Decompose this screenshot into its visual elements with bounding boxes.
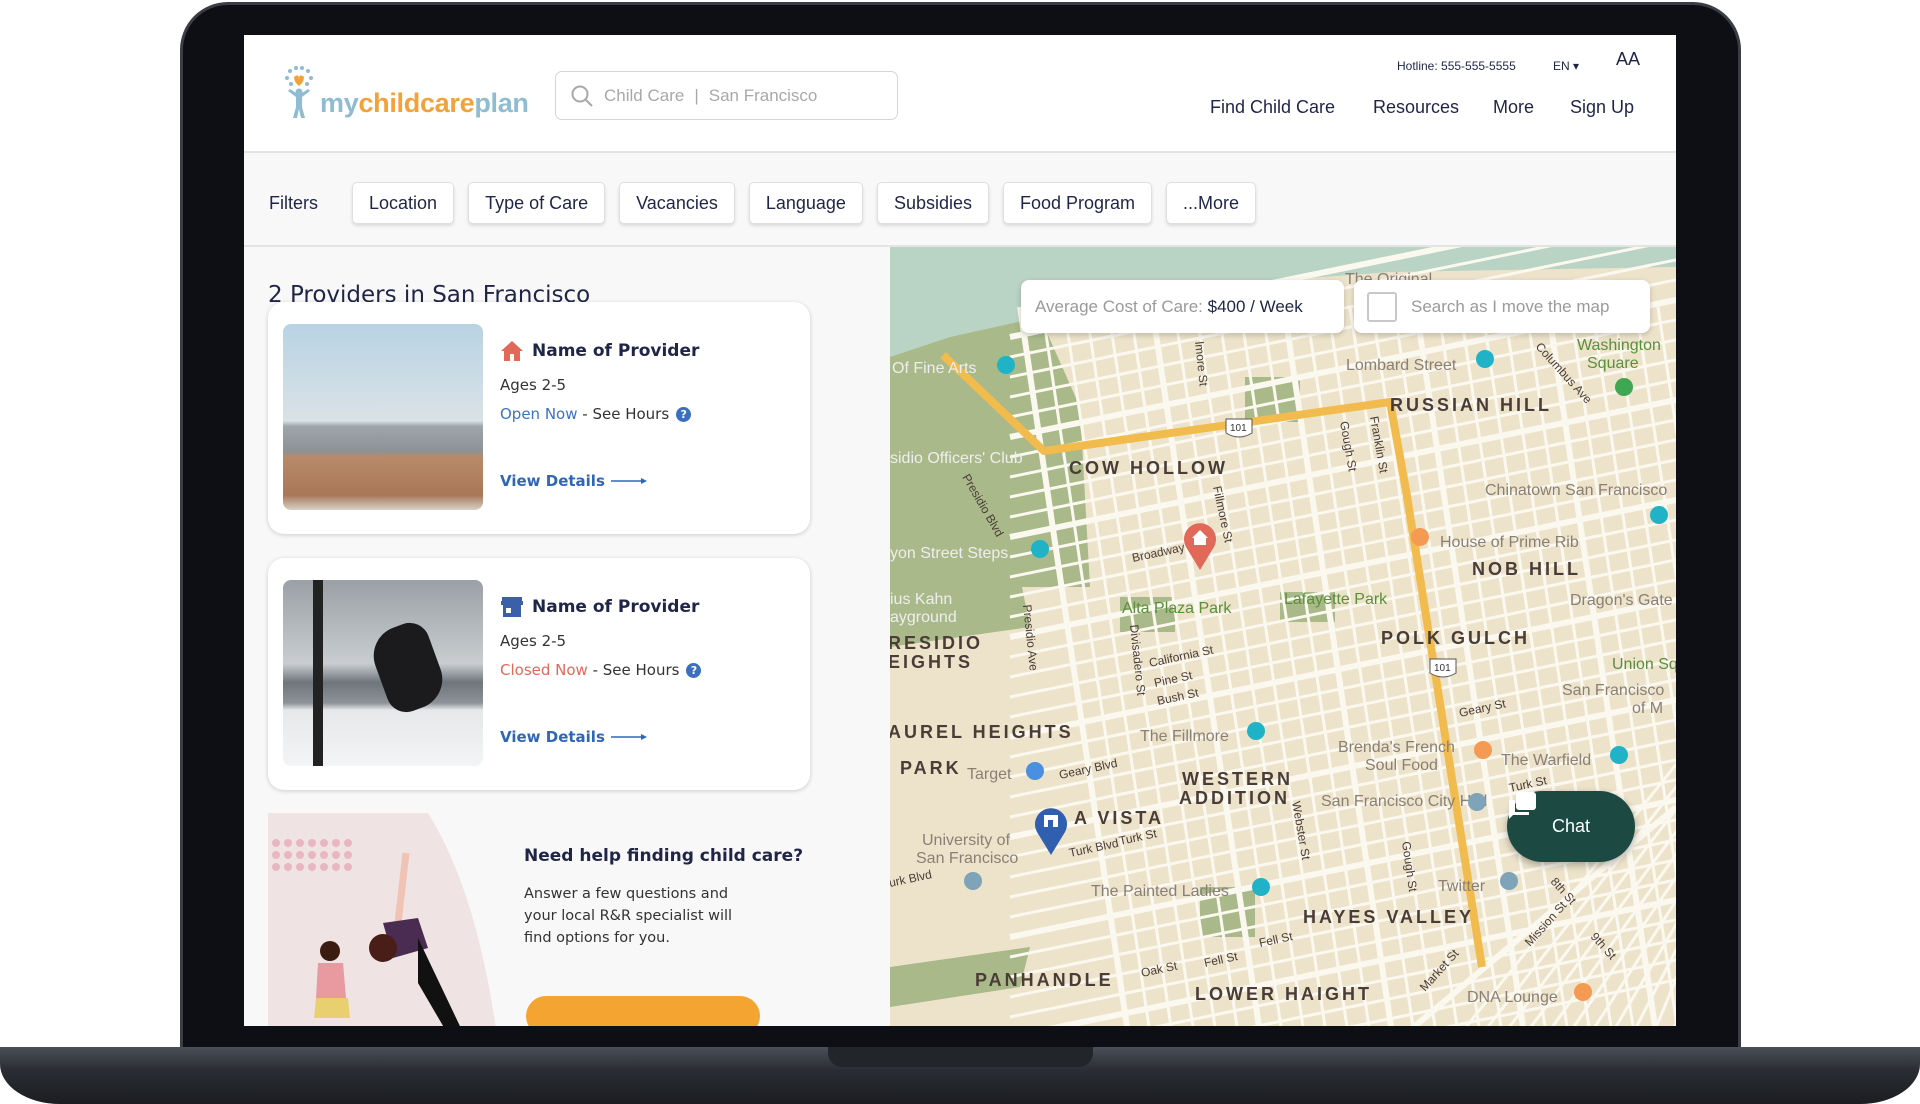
search-as-move-label: Search as I move the map <box>1411 296 1610 316</box>
see-hours-link[interactable]: - See Hours <box>588 661 680 679</box>
logo-text-my: my <box>320 88 359 118</box>
get-started-button[interactable] <box>526 996 760 1026</box>
logo-figure-icon <box>285 66 313 118</box>
view-details-label: View Details <box>500 472 605 490</box>
hotline-text: Hotline: 555-555-5555 <box>1397 59 1516 73</box>
logo[interactable]: mychildcareplan <box>282 65 529 119</box>
provider-name: Name of Provider <box>532 597 700 617</box>
view-details-link[interactable]: View Details <box>500 728 647 746</box>
filter-location[interactable]: Location <box>352 182 455 224</box>
average-cost-label: Average Cost of Care: <box>1035 296 1208 316</box>
storefront-icon <box>501 597 523 617</box>
provider-card[interactable]: Name of Provider Ages 2-5 Open Now - See… <box>268 302 810 534</box>
language-selector[interactable]: EN ▾ <box>1553 59 1579 73</box>
search-icon <box>571 85 593 107</box>
nav-resources[interactable]: Resources <box>1373 97 1459 118</box>
chat-bubbles-icon <box>1509 792 1536 819</box>
chevron-down-icon: ▾ <box>1573 59 1580 73</box>
promo-text: Answer a few questions and your local R&… <box>524 886 733 946</box>
arrow-right-icon <box>610 734 647 740</box>
filter-more[interactable]: ...More <box>1166 182 1257 224</box>
nav-find-child-care[interactable]: Find Child Care <box>1210 97 1335 118</box>
provider-ages: Ages 2-5 <box>500 376 567 394</box>
site-header: mychildcareplan Child Care | San Francis… <box>244 35 1676 153</box>
logo-text-plan: plan <box>474 88 529 118</box>
chat-label: Chat <box>1551 816 1591 836</box>
help-promo: Need help finding child care? Answer a f… <box>268 813 810 1026</box>
provider-name: Name of Provider <box>532 341 700 361</box>
provider-photo-swing <box>283 580 483 766</box>
promo-title: Need help finding child care? <box>524 846 804 866</box>
provider-ages: Ages 2-5 <box>500 632 567 650</box>
family-illustration <box>268 813 496 1026</box>
text-size-button[interactable]: AA <box>1616 49 1640 70</box>
view-details-label: View Details <box>500 728 605 746</box>
search-as-move-checkbox[interactable] <box>1367 291 1397 322</box>
search-as-move-toggle[interactable]: Search as I move the map <box>1354 280 1650 333</box>
search-type-placeholder: Child Care <box>604 85 685 105</box>
filter-vacancies[interactable]: Vacancies <box>619 182 735 224</box>
home-icon <box>501 341 523 361</box>
help-icon[interactable]: ? <box>686 663 702 678</box>
view-details-link[interactable]: View Details <box>500 472 647 490</box>
map-canvas[interactable] <box>890 247 1676 1026</box>
see-hours-link[interactable]: - See Hours <box>578 405 669 423</box>
filter-language[interactable]: Language <box>748 182 863 224</box>
provider-photo-beach <box>283 324 483 510</box>
nav-sign-up[interactable]: Sign Up <box>1570 97 1634 118</box>
nav-more[interactable]: More <box>1493 97 1534 118</box>
filter-bar: Filters Location Type of Care Vacancies … <box>244 153 1676 247</box>
search-separator: | <box>694 85 699 105</box>
arrow-right-icon <box>610 478 647 484</box>
search-location-placeholder: San Francisco <box>708 85 818 105</box>
filter-food-program[interactable]: Food Program <box>1002 182 1153 224</box>
average-cost-box: Average Cost of Care: $400 / Week <box>1021 280 1344 333</box>
map[interactable]: COW HOLLOW RUSSIAN HILL NOB HILL POLK GU… <box>890 247 1676 1026</box>
filters-label: Filters <box>269 192 318 213</box>
filter-subsidies[interactable]: Subsidies <box>876 182 989 224</box>
street-line <box>1009 658 1676 799</box>
provider-status: Closed Now <box>500 661 588 679</box>
average-cost-value: $400 / Week <box>1207 296 1303 316</box>
chat-button[interactable]: Chat <box>1507 791 1635 862</box>
help-icon[interactable]: ? <box>676 407 692 422</box>
provider-card[interactable]: Name of Provider Ages 2-5 Closed Now - S… <box>268 558 810 790</box>
street-line <box>1009 558 1676 699</box>
language-value: EN <box>1553 59 1570 73</box>
laptop-notch <box>828 1047 1093 1067</box>
search-input[interactable]: Child Care | San Francisco <box>555 71 898 120</box>
filter-type-of-care[interactable]: Type of Care <box>468 182 606 224</box>
provider-status: Open Now <box>500 405 578 423</box>
app-screen: mychildcareplan Child Care | San Francis… <box>244 35 1676 1026</box>
logo-text-childcare: childcare <box>358 88 475 118</box>
